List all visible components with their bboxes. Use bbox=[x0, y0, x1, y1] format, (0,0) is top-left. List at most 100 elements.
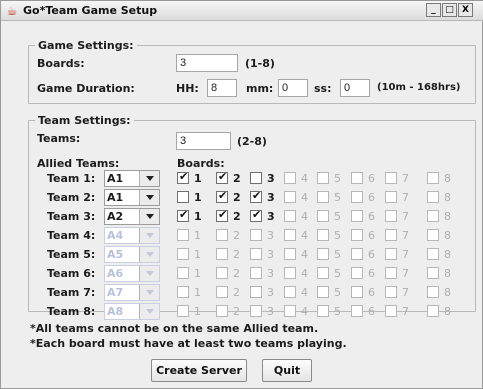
allied-team-value: A8 bbox=[107, 305, 124, 318]
board-checkbox bbox=[177, 267, 189, 279]
board-checkbox-label: 8 bbox=[444, 305, 451, 318]
allied-team-select[interactable]: A2 bbox=[104, 208, 160, 225]
board-checkbox-label: 1 bbox=[194, 172, 202, 185]
board-checkbox bbox=[317, 172, 329, 184]
allied-team-value: A4 bbox=[107, 229, 124, 242]
board-checkbox bbox=[216, 267, 228, 279]
board-checkbox-label: 5 bbox=[334, 172, 341, 185]
duration-hint: (10m - 168hrs) bbox=[377, 82, 461, 93]
chevron-down-icon bbox=[139, 285, 159, 300]
board-checkbox bbox=[216, 286, 228, 298]
allied-team-select[interactable]: A1 bbox=[104, 189, 160, 206]
board-checkbox-label: 6 bbox=[368, 305, 375, 318]
allied-team-select: A6 bbox=[104, 265, 160, 282]
board-checkbox-label: 8 bbox=[444, 229, 451, 242]
allied-team-value: A6 bbox=[107, 267, 124, 280]
board-checkbox[interactable]: ✔ bbox=[216, 208, 228, 222]
chevron-down-icon[interactable] bbox=[139, 209, 159, 224]
allied-team-value: A1 bbox=[107, 172, 124, 185]
check-icon: ✔ bbox=[179, 208, 189, 221]
title-bar[interactable]: ☕ Go*Team Game Setup _ □ X bbox=[1, 1, 483, 21]
check-icon: ✔ bbox=[218, 189, 228, 202]
allied-team-value: A5 bbox=[107, 248, 124, 261]
board-checkbox bbox=[427, 267, 439, 279]
board-checkbox-label: 5 bbox=[334, 286, 341, 299]
minimize-button[interactable]: _ bbox=[426, 3, 441, 17]
chevron-down-icon[interactable] bbox=[139, 190, 159, 205]
board-checkbox bbox=[427, 286, 439, 298]
allied-team-select: A5 bbox=[104, 246, 160, 263]
board-checkbox-label: 8 bbox=[444, 210, 451, 223]
board-checkbox-label: 4 bbox=[301, 191, 308, 204]
board-checkbox[interactable]: ✔ bbox=[250, 208, 262, 222]
boards-header: Boards: bbox=[177, 157, 225, 170]
board-checkbox-label: 3 bbox=[267, 305, 274, 318]
board-checkbox-label: 7 bbox=[402, 248, 409, 261]
close-button[interactable]: X bbox=[458, 3, 473, 17]
team-label: Team 3: bbox=[47, 210, 96, 223]
board-checkbox-label: 5 bbox=[334, 248, 341, 261]
board-checkbox bbox=[250, 305, 262, 317]
board-checkbox bbox=[317, 248, 329, 260]
board-checkbox bbox=[385, 191, 397, 203]
window-title: Go*Team Game Setup bbox=[23, 4, 158, 17]
note-boards: *Each board must have at least two teams… bbox=[30, 337, 347, 350]
team-label: Team 2: bbox=[47, 191, 96, 204]
boards-input[interactable] bbox=[176, 54, 238, 72]
board-checkbox-label: 3 bbox=[267, 210, 275, 223]
board-checkbox bbox=[284, 267, 296, 279]
board-checkbox[interactable]: ✔ bbox=[216, 170, 228, 184]
board-checkbox-label: 6 bbox=[368, 172, 375, 185]
board-checkbox-label: 8 bbox=[444, 286, 451, 299]
board-checkbox bbox=[250, 229, 262, 241]
board-checkbox-label: 3 bbox=[267, 248, 274, 261]
board-checkbox[interactable]: ✔ bbox=[216, 189, 228, 203]
board-checkbox bbox=[284, 172, 296, 184]
board-checkbox bbox=[284, 210, 296, 222]
board-checkbox-label: 2 bbox=[233, 172, 241, 185]
allied-team-value: A1 bbox=[107, 191, 124, 204]
board-checkbox bbox=[177, 248, 189, 260]
board-checkbox-label: 1 bbox=[194, 267, 201, 280]
quit-button[interactable]: Quit bbox=[262, 359, 312, 382]
boards-hint: (1-8) bbox=[245, 57, 275, 70]
board-checkbox-label: 3 bbox=[267, 229, 274, 242]
note-allied: *All teams cannot be on the same Allied … bbox=[30, 322, 319, 335]
allied-team-select[interactable]: A1 bbox=[104, 170, 160, 187]
board-checkbox-label: 4 bbox=[301, 305, 308, 318]
board-checkbox bbox=[427, 305, 439, 317]
allied-teams-header: Allied Teams: bbox=[37, 157, 120, 170]
board-checkbox-label: 1 bbox=[194, 229, 201, 242]
board-checkbox-label: 2 bbox=[233, 229, 240, 242]
maximize-button[interactable]: □ bbox=[442, 3, 457, 17]
board-checkbox-label: 4 bbox=[301, 229, 308, 242]
board-checkbox-label: 2 bbox=[233, 286, 240, 299]
allied-team-value: A7 bbox=[107, 286, 124, 299]
board-checkbox[interactable] bbox=[177, 191, 189, 203]
check-icon: ✔ bbox=[252, 189, 262, 202]
board-checkbox bbox=[317, 210, 329, 222]
board-checkbox-label: 7 bbox=[402, 286, 409, 299]
board-checkbox-label: 7 bbox=[402, 305, 409, 318]
chevron-down-icon bbox=[139, 266, 159, 281]
chevron-down-icon[interactable] bbox=[139, 171, 159, 186]
board-checkbox-label: 1 bbox=[194, 305, 201, 318]
board-checkbox[interactable] bbox=[250, 172, 262, 184]
board-checkbox bbox=[317, 267, 329, 279]
board-checkbox-label: 2 bbox=[233, 210, 241, 223]
check-icon: ✔ bbox=[179, 170, 189, 183]
board-checkbox-label: 7 bbox=[402, 267, 409, 280]
check-icon: ✔ bbox=[252, 208, 262, 221]
seconds-input[interactable] bbox=[340, 79, 370, 97]
hours-input[interactable] bbox=[207, 79, 237, 97]
create-server-button[interactable]: Create Server bbox=[151, 359, 247, 382]
board-checkbox-label: 7 bbox=[402, 191, 409, 204]
board-checkbox bbox=[284, 305, 296, 317]
board-checkbox[interactable]: ✔ bbox=[177, 208, 189, 222]
teams-input[interactable] bbox=[176, 132, 231, 150]
board-checkbox bbox=[351, 191, 363, 203]
board-checkbox-label: 6 bbox=[368, 286, 375, 299]
board-checkbox[interactable]: ✔ bbox=[250, 189, 262, 203]
minutes-input[interactable] bbox=[278, 79, 308, 97]
board-checkbox[interactable]: ✔ bbox=[177, 170, 189, 184]
